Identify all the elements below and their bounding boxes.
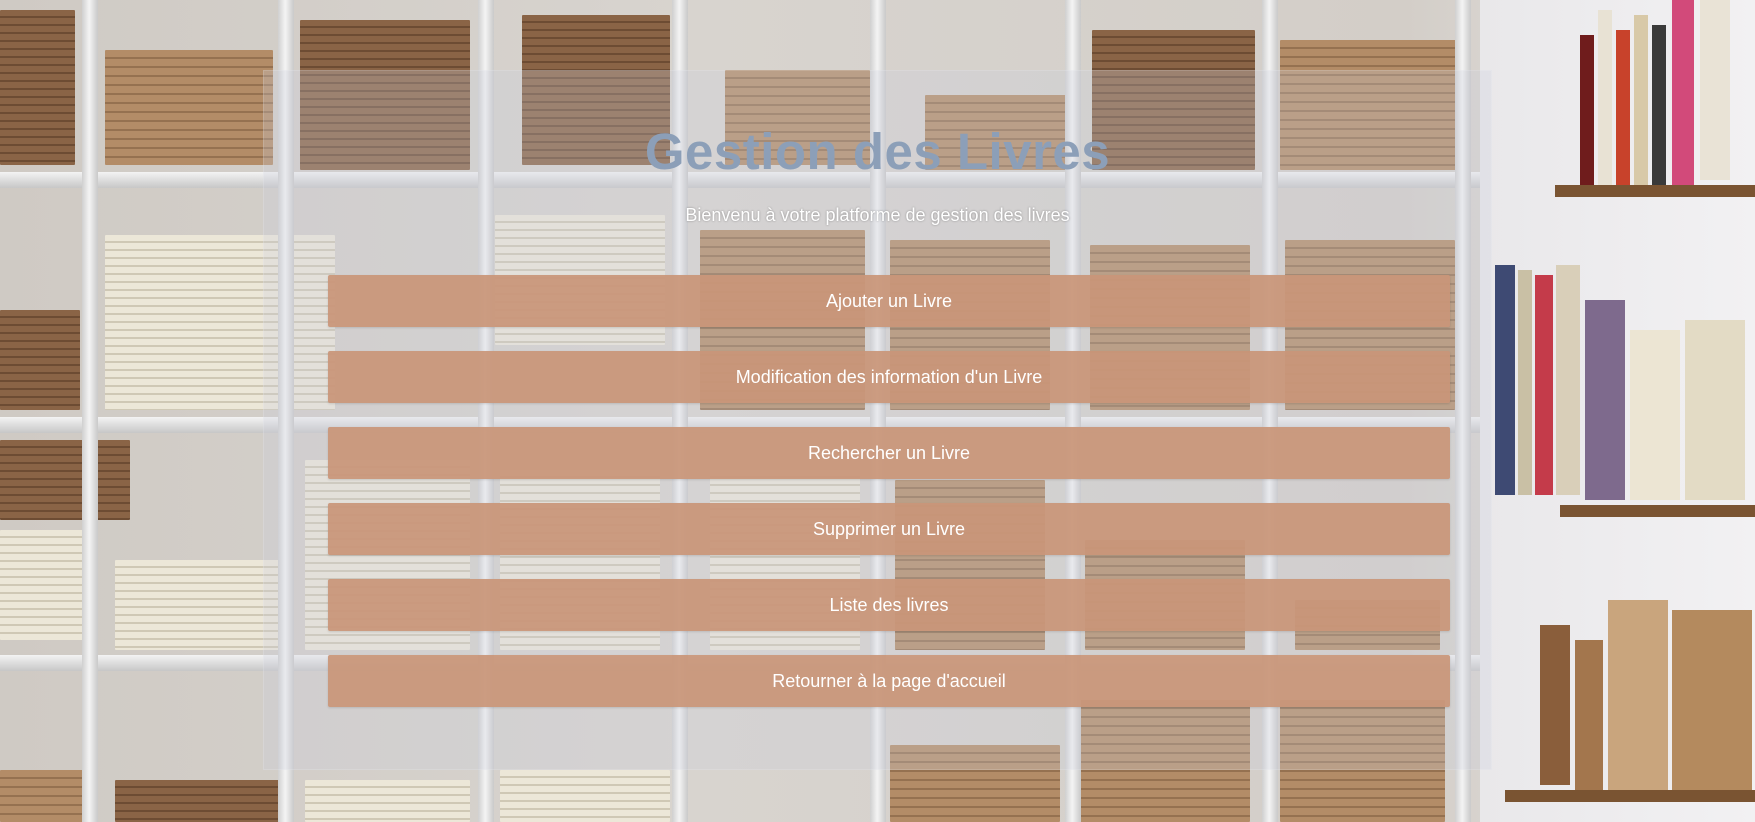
search-book-button[interactable]: Rechercher un Livre [328,427,1450,479]
menu-item: Retourner à la page d'accueil [328,655,1450,707]
page-title: Gestion des Livres [644,123,1111,180]
menu-item: Ajouter un Livre [328,275,1450,327]
edit-book-button[interactable]: Modification des information d'un Livre [328,351,1450,403]
page: Gestion des Livres Bienvenu à votre plat… [0,0,1755,822]
list-books-button[interactable]: Liste des livres [328,579,1450,631]
menu-item: Supprimer un Livre [328,503,1450,555]
book-actions-menu: Ajouter un Livre Modification des inform… [328,275,1450,731]
menu-item: Modification des information d'un Livre [328,351,1450,403]
add-book-button[interactable]: Ajouter un Livre [328,275,1450,327]
delete-book-button[interactable]: Supprimer un Livre [328,503,1450,555]
back-home-button[interactable]: Retourner à la page d'accueil [328,655,1450,707]
menu-item: Rechercher un Livre [328,427,1450,479]
page-subtitle: Bienvenu à votre platforme de gestion de… [685,205,1070,225]
menu-item: Liste des livres [328,579,1450,631]
